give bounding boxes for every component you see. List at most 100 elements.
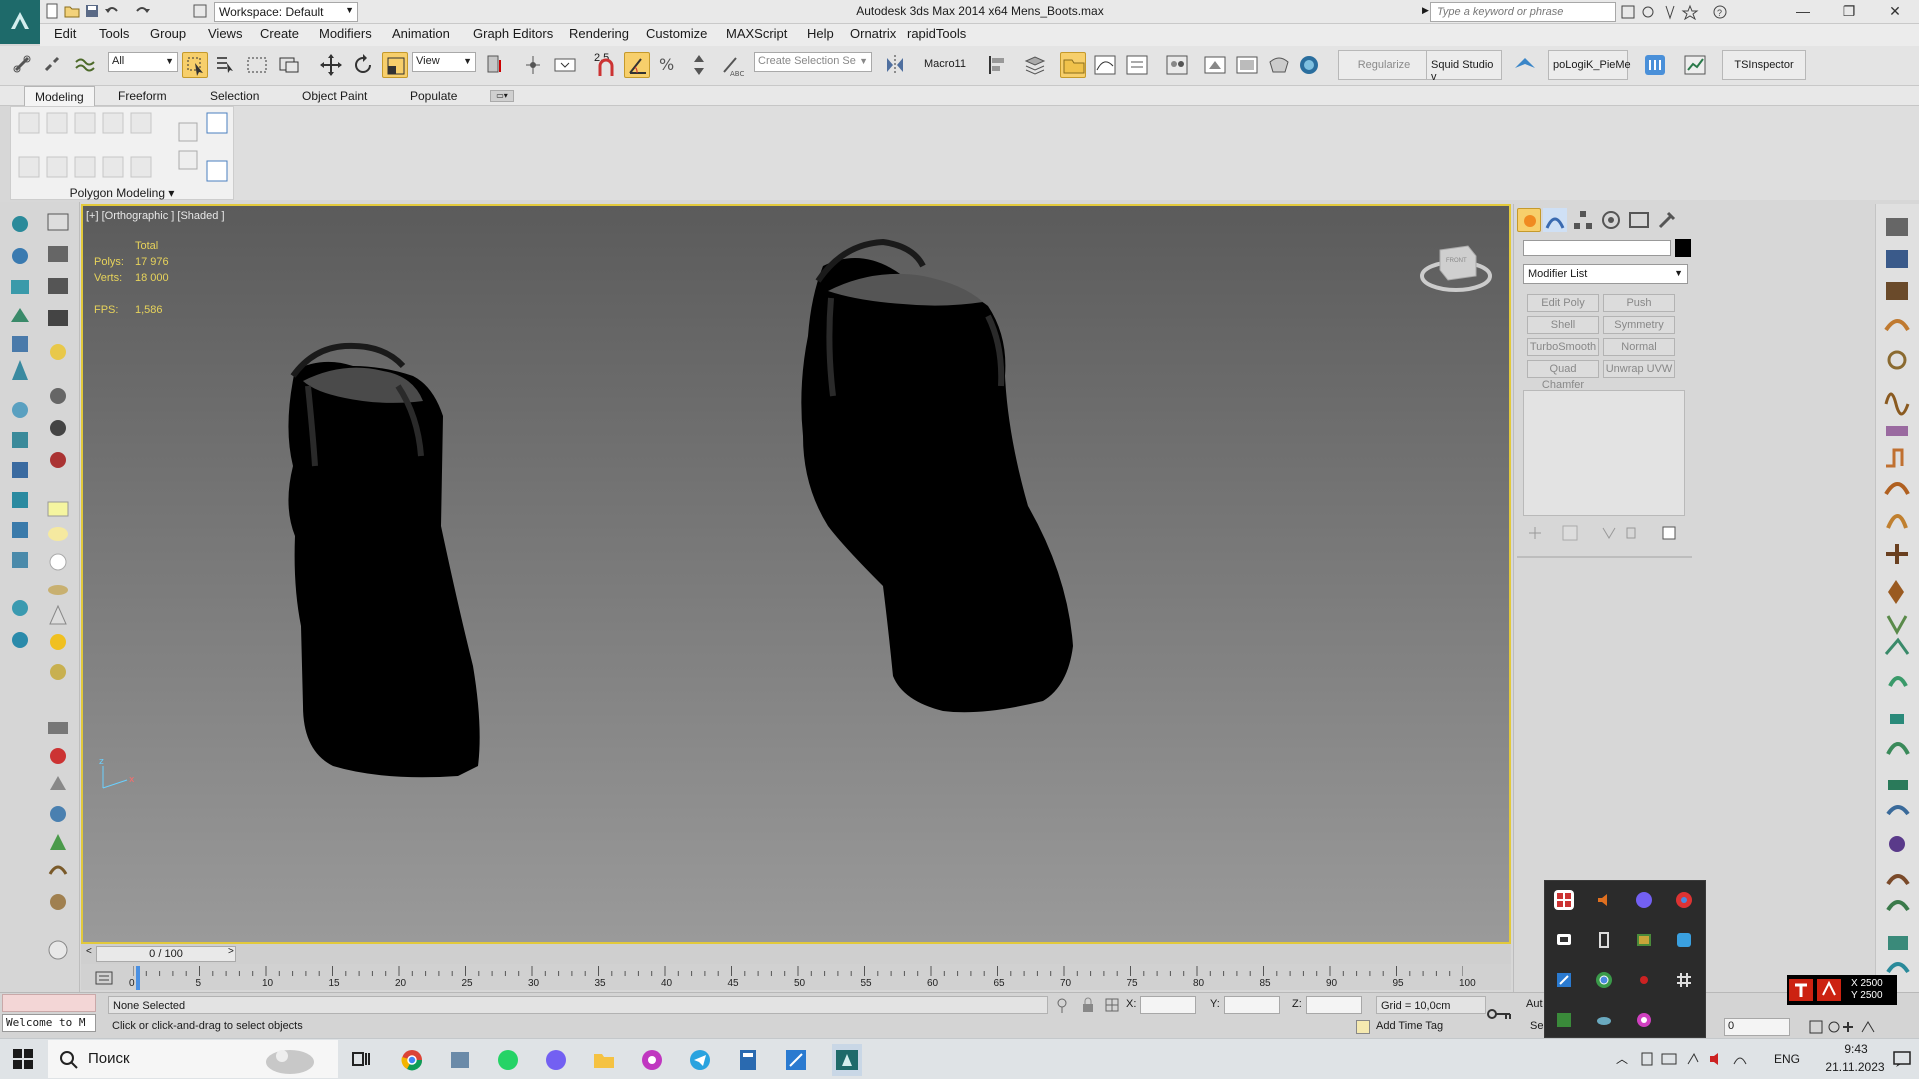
menu-animation[interactable]: Animation bbox=[392, 26, 450, 41]
whatsapp-taskbar-icon[interactable] bbox=[496, 1048, 520, 1072]
minimize-button[interactable]: — bbox=[1780, 0, 1826, 24]
set-key-icon[interactable] bbox=[1486, 1006, 1512, 1022]
curve-editor-icon[interactable] bbox=[1092, 52, 1118, 78]
task-view-icon[interactable] bbox=[350, 1048, 372, 1070]
show-hidden-icons-icon[interactable]: ︿ bbox=[1616, 1050, 1628, 1067]
reference-coordinate-dropdown[interactable]: View ▼ bbox=[412, 52, 476, 72]
macro-label[interactable]: Macro11 bbox=[924, 58, 966, 70]
track-bar-menu-icon[interactable] bbox=[94, 970, 114, 986]
viewcube[interactable]: FRONT bbox=[1418, 236, 1494, 300]
pivot-center-icon[interactable] bbox=[482, 52, 508, 78]
plugin-bird-icon[interactable] bbox=[1512, 52, 1538, 78]
tray-chrome-red-icon[interactable] bbox=[1674, 890, 1694, 910]
normal-button[interactable]: Normal bbox=[1603, 338, 1675, 356]
maximize-button[interactable]: ❐ bbox=[1826, 0, 1872, 24]
rectangular-selection-icon[interactable] bbox=[244, 52, 270, 78]
plugin-blue-icon[interactable] bbox=[1642, 52, 1668, 78]
link-icon[interactable] bbox=[10, 52, 36, 78]
auto-key-button[interactable]: Aut bbox=[1526, 998, 1546, 1010]
tray-red-dot-icon[interactable] bbox=[1634, 970, 1654, 990]
time-slider-track[interactable] bbox=[81, 944, 1511, 964]
align-icon[interactable] bbox=[984, 52, 1010, 78]
tab-modeling[interactable]: Modeling bbox=[24, 86, 95, 106]
symmetry-button[interactable]: Symmetry bbox=[1603, 316, 1675, 334]
tray-gpu-icon[interactable] bbox=[1634, 930, 1654, 950]
rotate-icon[interactable] bbox=[350, 52, 376, 78]
tray-nvidia-icon[interactable] bbox=[1554, 1010, 1574, 1030]
tab-populate[interactable]: Populate bbox=[400, 86, 467, 106]
shell-button[interactable]: Shell bbox=[1527, 316, 1599, 334]
ribbon-options-icon[interactable]: ▭▾ bbox=[490, 90, 514, 102]
tab-selection[interactable]: Selection bbox=[200, 86, 269, 106]
keyboard-shortcut-icon[interactable] bbox=[552, 52, 578, 78]
viewport-navigation-icons[interactable] bbox=[1808, 1018, 1878, 1036]
menu-customize[interactable]: Customize bbox=[646, 26, 707, 41]
tray-blue-app-icon[interactable] bbox=[1674, 930, 1694, 950]
plugin-chart-icon[interactable] bbox=[1682, 52, 1708, 78]
files-taskbar-icon[interactable] bbox=[448, 1048, 472, 1072]
select-object-icon[interactable] bbox=[182, 52, 208, 78]
angle-snap-icon[interactable] bbox=[624, 52, 650, 78]
select-manipulate-icon[interactable] bbox=[520, 52, 546, 78]
clock-date[interactable]: 21.11.2023 bbox=[1820, 1060, 1890, 1074]
x-coord-input[interactable] bbox=[1140, 996, 1196, 1014]
menu-group[interactable]: Group bbox=[150, 26, 186, 41]
utilities-tab-icon[interactable] bbox=[1655, 208, 1679, 232]
scene-explorer-icon[interactable] bbox=[1060, 52, 1086, 78]
system-tray-icons[interactable] bbox=[1640, 1050, 1770, 1068]
tsinspector-button[interactable]: TSInspector bbox=[1722, 50, 1806, 80]
add-time-tag-button[interactable]: Add Time Tag bbox=[1376, 1020, 1443, 1032]
paint-app-taskbar-icon[interactable] bbox=[784, 1048, 808, 1072]
schematic-view-icon[interactable] bbox=[1124, 52, 1150, 78]
time-marker[interactable] bbox=[136, 966, 140, 990]
material-editor-icon[interactable] bbox=[1164, 52, 1190, 78]
menu-ornatrix[interactable]: Ornatrix bbox=[850, 26, 896, 41]
pielogik-button[interactable]: poLogiK_PieMe bbox=[1548, 50, 1631, 80]
selection-lock-icon[interactable] bbox=[1080, 996, 1096, 1014]
unwrap-uvw-button[interactable]: Unwrap UVW bbox=[1603, 360, 1675, 378]
modifier-list-dropdown[interactable]: Modifier List ▼ bbox=[1523, 264, 1688, 284]
menu-graph-editors[interactable]: Graph Editors bbox=[473, 26, 553, 41]
select-by-name-icon[interactable] bbox=[212, 52, 238, 78]
hierarchy-tab-icon[interactable] bbox=[1571, 208, 1595, 232]
menu-tools[interactable]: Tools bbox=[99, 26, 129, 41]
isolate-selection-icon[interactable] bbox=[1054, 996, 1070, 1014]
menu-views[interactable]: Views bbox=[208, 26, 242, 41]
current-frame-input[interactable]: 0 bbox=[1724, 1018, 1790, 1036]
window-crossing-icon[interactable] bbox=[276, 52, 302, 78]
tray-app-icon-1[interactable] bbox=[1554, 890, 1574, 910]
snaps-toggle-icon[interactable] bbox=[594, 52, 620, 78]
z-coord-input[interactable] bbox=[1306, 996, 1362, 1014]
tray-usb-icon[interactable] bbox=[1594, 930, 1614, 950]
time-tag-icon[interactable] bbox=[1356, 1020, 1370, 1034]
tab-object-paint[interactable]: Object Paint bbox=[292, 86, 377, 106]
tray-podcast-icon[interactable] bbox=[1634, 1010, 1654, 1030]
render-setup-icon[interactable] bbox=[1202, 52, 1228, 78]
viewport-label[interactable]: [+] [Orthographic ] [Shaded ] bbox=[86, 210, 225, 222]
maxscript-mini-listener[interactable] bbox=[2, 994, 96, 1012]
render-iterative-icon[interactable] bbox=[1296, 52, 1322, 78]
menu-rendering[interactable]: Rendering bbox=[569, 26, 629, 41]
object-name-input[interactable] bbox=[1523, 240, 1671, 256]
windows-start-icon[interactable] bbox=[12, 1048, 34, 1070]
edit-named-selection-icon[interactable]: ABC bbox=[718, 52, 744, 78]
layer-manager-icon[interactable] bbox=[1022, 52, 1048, 78]
tray-chat-icon[interactable] bbox=[1554, 930, 1574, 950]
language-indicator[interactable]: ENG bbox=[1774, 1052, 1800, 1066]
modify-tab-icon[interactable] bbox=[1543, 208, 1567, 232]
time-slider-prev-icon[interactable]: < bbox=[86, 946, 92, 957]
menu-rapidtools[interactable]: rapidTools bbox=[907, 26, 966, 41]
telegram-taskbar-icon[interactable] bbox=[688, 1048, 712, 1072]
regularize-button[interactable]: Regularize bbox=[1338, 50, 1430, 80]
bind-spacewarp-icon[interactable] bbox=[72, 52, 98, 78]
absolute-mode-icon[interactable] bbox=[1104, 996, 1120, 1014]
turbosmooth-button[interactable]: TurboSmooth bbox=[1527, 338, 1599, 356]
named-selection-sets-input[interactable]: Create Selection Se ▼ bbox=[754, 52, 872, 72]
scale-icon[interactable] bbox=[382, 52, 408, 78]
undo-icon[interactable] bbox=[104, 3, 122, 21]
display-tab-icon[interactable] bbox=[1627, 208, 1651, 232]
redo-icon[interactable] bbox=[134, 3, 152, 21]
edit-poly-button[interactable]: Edit Poly bbox=[1527, 294, 1599, 312]
workspace-dropdown[interactable]: Workspace: Default ▼ bbox=[214, 2, 358, 22]
chrome-taskbar-icon[interactable] bbox=[400, 1048, 424, 1072]
